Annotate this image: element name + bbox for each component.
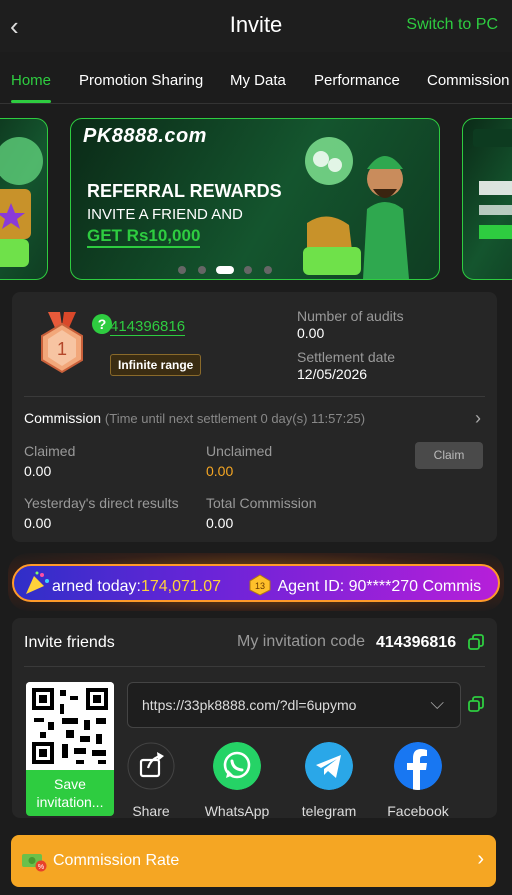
mascot-illustration-icon — [303, 137, 409, 279]
claimed-value: 0.00 — [24, 463, 52, 479]
telegram-icon — [305, 742, 353, 790]
carousel-dot[interactable] — [264, 266, 272, 274]
facebook-label: Facebook — [387, 803, 449, 819]
commission-title: Commission — [24, 410, 102, 426]
banner-slide-current[interactable]: PK8888.com REFERRAL REWARDS INVITE A FRI… — [70, 118, 440, 280]
earnings-ticker: arned today:174,071.07 13 Agent ID: 90**… — [8, 553, 504, 611]
invite-link-select[interactable]: https://33pk8888.com/?dl=6upymo ⌵ — [127, 682, 461, 728]
commission-rate-button[interactable]: % Commission Rate › — [11, 835, 496, 887]
svg-text:%: % — [38, 864, 44, 871]
tab-promotion-sharing[interactable]: Promotion Sharing — [79, 72, 203, 89]
carousel-indicator — [178, 266, 278, 276]
tab-performance[interactable]: Performance — [314, 72, 400, 89]
tab-bar: Home Promotion Sharing My Data Performan… — [0, 56, 512, 104]
agent-summary-card: 1 ? 414396816 Infinite range Number of a… — [12, 292, 497, 542]
chevron-down-icon[interactable]: ⌵ — [430, 693, 444, 714]
invitation-code: 414396816 — [376, 634, 457, 651]
carousel-dot[interactable] — [198, 266, 206, 274]
ticker-bar: arned today:174,071.07 13 Agent ID: 90**… — [12, 564, 500, 602]
chevron-right-icon: › — [477, 848, 484, 870]
invite-friends-card: Invite friends My invitation code 414396… — [12, 618, 497, 819]
banner-slide-next[interactable] — [462, 118, 512, 280]
audits-label: Number of audits — [297, 308, 404, 324]
invite-divider — [24, 666, 485, 667]
share-icon — [127, 742, 175, 790]
brand-logo: PK8888.com — [83, 125, 207, 147]
active-tab-indicator — [11, 100, 51, 103]
rank-level: 1 — [57, 339, 67, 359]
tab-my-data[interactable]: My Data — [230, 72, 286, 89]
help-question-icon[interactable]: ? — [92, 314, 112, 334]
invite-title: Invite friends — [24, 634, 115, 651]
claimed-label: Claimed — [24, 443, 76, 459]
share-option-telegram[interactable]: telegram — [289, 742, 369, 819]
settlement-countdown: (Time until next settlement 0 day(s) 11:… — [104, 411, 366, 426]
party-popper-icon — [26, 571, 49, 594]
earned-label: arned today: — [52, 578, 141, 595]
unclaimed-label: Unclaimed — [206, 443, 273, 459]
copy-link-icon[interactable] — [468, 696, 484, 712]
telegram-label: telegram — [301, 803, 357, 819]
copy-code-icon[interactable] — [468, 634, 484, 650]
qr-code-icon[interactable] — [26, 682, 114, 770]
total-commission-label: Total Commission — [206, 495, 317, 511]
rank-medal-icon: 1 — [41, 312, 83, 374]
range-badge: Infinite range — [110, 354, 202, 376]
share-option-share[interactable]: Share — [111, 742, 191, 819]
banner-slide-previous[interactable] — [0, 118, 48, 280]
tab-commission[interactable]: Commission — [427, 72, 510, 89]
save-invitation-button[interactable]: Save invitation... — [26, 770, 114, 816]
total-commission-value: 0.00 — [206, 515, 234, 531]
banner-text-preview-icon — [473, 129, 512, 239]
share-option-facebook[interactable]: Facebook — [378, 742, 458, 819]
banner-art-icon — [0, 137, 43, 267]
carousel-dot[interactable] — [244, 266, 252, 274]
card-divider — [24, 396, 485, 397]
switch-to-pc-link[interactable]: Switch to PC — [406, 16, 498, 34]
yesterday-value: 0.00 — [24, 515, 52, 531]
agent-earnings-text: Agent ID: 90****270 Commis — [277, 578, 482, 595]
banner-carousel[interactable]: PK8888.com REFERRAL REWARDS INVITE A FRI… — [0, 118, 512, 280]
invite-page: ‹ Invite Switch to PC Home Promotion Sha… — [0, 0, 512, 895]
ticker-text: arned today:174,071.07 13 Agent ID: 90**… — [52, 574, 481, 596]
audits-value: 0.00 — [297, 325, 325, 341]
invitation-code-label: My invitation code — [237, 633, 366, 650]
settlement-label: Settlement date — [297, 349, 396, 365]
top-bar: ‹ Invite Switch to PC — [0, 0, 512, 52]
commission-header[interactable]: Commission (Time until next settlement 0… — [24, 410, 365, 426]
whatsapp-label: WhatsApp — [204, 803, 270, 819]
yesterday-label: Yesterday's direct results — [24, 495, 179, 511]
agent-id[interactable]: 414396816 — [110, 318, 186, 336]
banner-reward: GET Rs10,000 — [87, 226, 201, 248]
chevron-right-icon[interactable]: › — [475, 408, 481, 429]
level-badge-icon: 13 — [249, 574, 271, 596]
banner-subtitle: INVITE A FRIEND AND — [87, 206, 243, 223]
claim-button[interactable]: Claim — [415, 442, 483, 469]
unclaimed-value: 0.00 — [206, 463, 234, 479]
tab-home[interactable]: Home — [11, 72, 51, 89]
settlement-value: 12/05/2026 — [297, 366, 368, 382]
money-percent-icon: % — [22, 854, 47, 872]
share-option-whatsapp[interactable]: WhatsApp — [197, 742, 277, 819]
carousel-dot-active[interactable] — [216, 266, 234, 274]
whatsapp-icon — [213, 742, 261, 790]
facebook-icon — [394, 742, 442, 790]
invite-link-text: https://33pk8888.com/?dl=6upymo — [142, 697, 357, 713]
share-label: Share — [132, 803, 170, 819]
level-badge-number: 13 — [255, 581, 265, 591]
earned-value: 174,071.07 — [140, 578, 222, 595]
banner-title: REFERRAL REWARDS — [87, 181, 282, 201]
commission-rate-label: Commission Rate — [53, 852, 180, 869]
carousel-dot[interactable] — [178, 266, 186, 274]
